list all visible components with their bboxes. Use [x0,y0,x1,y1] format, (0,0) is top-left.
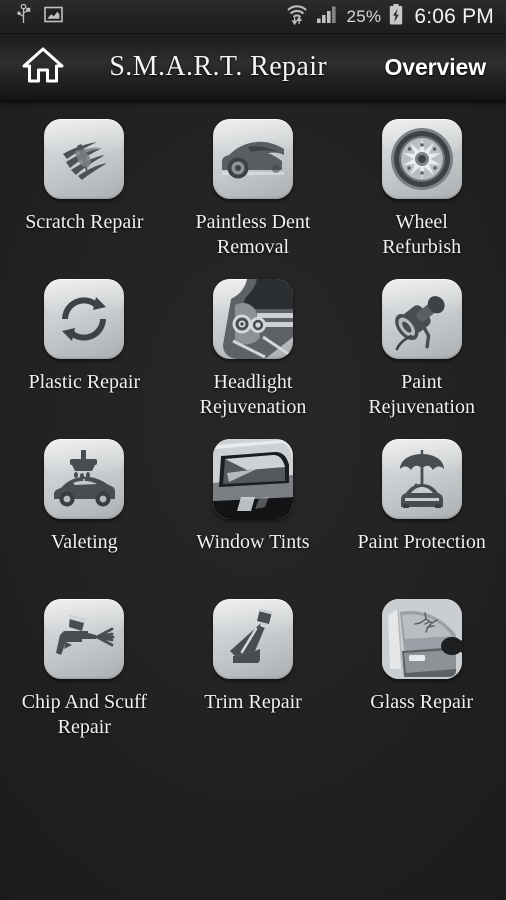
cellular-signal-icon [316,5,338,29]
tile [212,439,293,519]
car-wash-icon [51,448,117,510]
grid-item-window-tints[interactable]: Window Tints [169,435,338,587]
grid-item-label: Paint Protection [357,531,486,553]
dented-car-icon [218,128,288,190]
grid-item-chip-and-scuff-repair[interactable]: Chip And Scuff Repair [0,595,169,747]
grid-item-headlight-rejuvenation[interactable]: Headlight Rejuvenation [169,275,338,427]
grid-item-label: Wheel Refurbish [382,211,462,258]
screenshot-icon [44,6,63,28]
alloy-wheel-icon [389,126,455,192]
tile [212,599,293,679]
tile [44,439,125,519]
grid-item-label: Glass Repair [370,691,474,713]
tile [381,279,462,359]
tile [381,439,462,519]
car-seat-icon [224,607,282,671]
tile [381,119,462,199]
tile [44,279,125,359]
battery-charging-icon [389,3,403,30]
home-icon [22,46,64,89]
usb-icon [16,3,31,29]
grid-item-glass-repair[interactable]: Glass Repair [337,595,506,747]
recycle-arrows-icon [53,288,115,350]
tile [212,279,293,359]
tile [381,599,462,679]
page-title: S.M.A.R.T. Repair [109,51,328,82]
grid-item-label: Trim Repair [204,691,302,713]
polisher-tool-icon [389,286,455,352]
scratch-marks-icon [53,128,115,190]
cracked-door-glass-icon [381,599,462,679]
grid-item-label: Paint Rejuvenation [368,371,475,418]
app-screen: 25% 6:06 PM S.M.A.R.T. Repair Overview S… [0,0,506,900]
tinted-window-icon [212,439,293,519]
grid-item-paint-protection[interactable]: Paint Protection [337,435,506,587]
status-bar-right-icons: 25% 6:06 PM [286,3,494,30]
battery-percent-label: 25% [346,6,382,26]
headlight-icon [213,279,293,359]
grid-item-trim-repair[interactable]: Trim Repair [169,595,338,747]
tile [212,119,293,199]
wifi-updown-icon [286,3,308,30]
grid-item-label: Valeting [51,531,118,553]
grid-item-label: Chip And Scuff Repair [21,691,147,738]
action-bar: S.M.A.R.T. Repair Overview [0,34,506,101]
grid-item-paintless-dent-removal[interactable]: Paintless Dent Removal [169,115,338,267]
umbrella-car-icon [391,447,453,511]
grid-item-scratch-repair[interactable]: Scratch Repair [0,115,169,267]
grid-item-label: Headlight Rejuvenation [199,371,307,418]
tile [44,599,125,679]
grid-item-plastic-repair[interactable]: Plastic Repair [0,275,169,427]
status-bar-left-icons [16,3,63,29]
grid-item-label: Paintless Dent Removal [195,211,311,258]
clock-label: 6:06 PM [414,4,494,28]
grid-item-label: Window Tints [196,531,310,553]
grid-item-valeting[interactable]: Valeting [0,435,169,587]
service-grid: Scratch Repair Paintless Dent Removal Wh… [0,101,506,747]
status-bar: 25% 6:06 PM [0,0,506,34]
overview-button[interactable]: Overview [375,48,491,87]
grid-item-label: Scratch Repair [25,211,144,233]
grid-item-paint-rejuvenation[interactable]: Paint Rejuvenation [337,275,506,427]
tile [44,119,125,199]
spray-gun-icon [52,609,116,669]
home-button[interactable] [18,42,68,92]
grid-item-label: Plastic Repair [28,371,141,393]
grid-item-wheel-refurbish[interactable]: Wheel Refurbish [337,115,506,267]
